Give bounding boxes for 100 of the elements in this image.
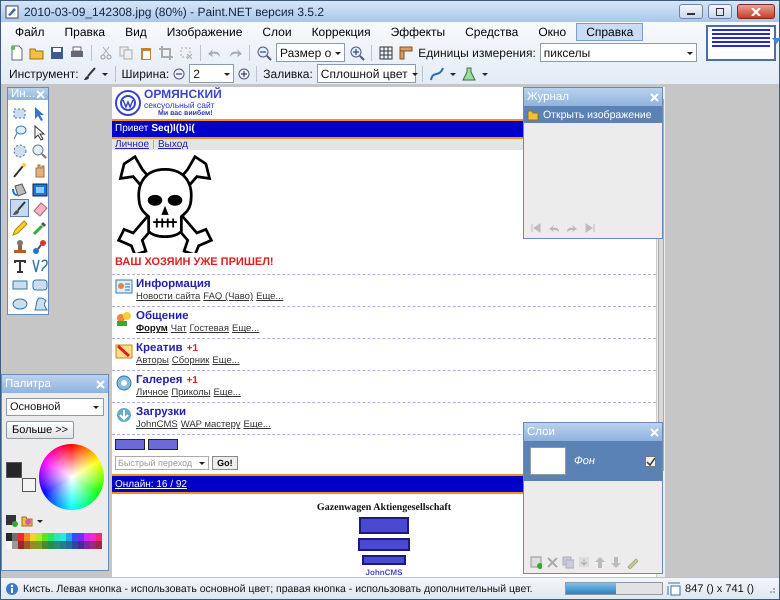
palette-folder-icon[interactable] xyxy=(21,515,33,527)
history-item[interactable]: Открыть изображение xyxy=(524,106,662,123)
undo-icon[interactable] xyxy=(548,222,560,234)
scissors-icon[interactable] xyxy=(98,44,114,60)
nav-link[interactable]: Личное xyxy=(115,139,150,150)
section-link[interactable]: Сборник xyxy=(172,355,210,366)
section-link[interactable]: Еще... xyxy=(232,323,260,334)
section-title[interactable]: Загрузки xyxy=(136,406,186,418)
section-link[interactable]: Чат xyxy=(170,323,187,334)
down-arrow-icon[interactable] xyxy=(610,556,622,569)
section-title[interactable]: Общение xyxy=(136,310,189,322)
online-link[interactable]: Онлайн: 16 / 92 xyxy=(115,478,187,490)
properties-icon[interactable] xyxy=(626,556,638,569)
color-swatch[interactable] xyxy=(24,533,30,541)
section-link[interactable]: Еще... xyxy=(213,387,241,398)
caret-icon[interactable] xyxy=(100,70,109,76)
color-swatch[interactable] xyxy=(24,541,30,549)
caret-icon[interactable] xyxy=(36,518,44,524)
section-link[interactable]: Приколы xyxy=(171,387,210,398)
menu-item[interactable]: Вид xyxy=(115,23,157,41)
color-swatch[interactable] xyxy=(6,533,12,541)
color-swatch[interactable] xyxy=(66,541,72,549)
close-icon[interactable] xyxy=(36,90,45,98)
close-icon[interactable] xyxy=(650,92,659,102)
section-link[interactable]: Еще... xyxy=(244,419,271,430)
color-swatch[interactable] xyxy=(12,541,18,549)
tool-button[interactable] xyxy=(30,237,49,255)
deselect-icon[interactable] xyxy=(178,44,194,60)
close-button[interactable] xyxy=(737,4,775,19)
section-link[interactable]: Еще... xyxy=(256,291,284,302)
primary-color-swatch[interactable] xyxy=(6,462,22,478)
section-link[interactable]: Еще... xyxy=(212,355,240,366)
color-swatch[interactable] xyxy=(84,533,90,541)
minus-icon[interactable] xyxy=(173,68,186,80)
color-swatch[interactable] xyxy=(48,533,54,541)
color-swatch[interactable] xyxy=(66,533,72,541)
add-layer-icon[interactable] xyxy=(530,556,542,569)
color-swatch[interactable] xyxy=(36,541,42,549)
layer-item[interactable]: Фон xyxy=(524,441,662,481)
plus-icon[interactable] xyxy=(238,68,250,80)
section-link[interactable]: Гостевая xyxy=(190,323,229,334)
crop-icon[interactable] xyxy=(158,44,174,60)
color-swatch[interactable] xyxy=(96,541,102,549)
merge-down-icon[interactable] xyxy=(578,556,590,569)
last-icon[interactable] xyxy=(584,222,596,234)
redo-icon[interactable] xyxy=(566,222,578,234)
secondary-color-swatch[interactable] xyxy=(22,478,36,492)
color-swatch[interactable] xyxy=(42,533,48,541)
menu-item[interactable]: Справка xyxy=(576,23,644,41)
copy-icon[interactable] xyxy=(118,44,134,60)
color-swatch[interactable] xyxy=(84,541,90,549)
section-link[interactable]: Форум xyxy=(136,323,168,334)
up-arrow-icon[interactable] xyxy=(594,556,606,569)
caret-icon[interactable] xyxy=(480,70,489,76)
close-icon[interactable] xyxy=(96,380,105,388)
section-title[interactable]: Креатив xyxy=(136,342,183,354)
section-link[interactable]: Авторы xyxy=(136,355,169,366)
curve-icon[interactable] xyxy=(428,66,445,82)
color-swatch[interactable] xyxy=(90,533,96,541)
color-swatch[interactable] xyxy=(36,533,42,541)
zoom-out-icon[interactable] xyxy=(256,44,272,60)
color-swatch[interactable] xyxy=(78,533,84,541)
add-color-icon[interactable] xyxy=(6,515,18,527)
visibility-checkbox[interactable] xyxy=(645,456,656,466)
menu-item[interactable]: Средства xyxy=(455,23,528,41)
color-swatch[interactable] xyxy=(18,541,24,549)
new-file-icon[interactable] xyxy=(9,44,25,60)
menu-item[interactable]: Слои xyxy=(252,23,302,41)
go-button[interactable]: Go! xyxy=(212,456,238,470)
more-button[interactable]: Больше >> xyxy=(6,421,74,439)
fill-dropdown[interactable]: Сплошной цвет xyxy=(316,64,416,83)
width-dropdown[interactable]: 2 xyxy=(189,64,234,83)
ruler-icon[interactable] xyxy=(398,44,414,60)
section-link[interactable]: WAP мастеру xyxy=(180,419,240,430)
color-swatch[interactable] xyxy=(30,541,36,549)
section-title[interactable]: Информация xyxy=(136,278,211,290)
color-swatch[interactable] xyxy=(96,533,102,541)
color-swatch[interactable] xyxy=(72,533,78,541)
section-link[interactable]: JohnCMS xyxy=(136,419,178,430)
minimize-button[interactable] xyxy=(679,4,703,19)
duplicate-icon[interactable] xyxy=(562,556,574,569)
color-swatch[interactable] xyxy=(42,541,48,549)
color-swatch[interactable] xyxy=(30,533,36,541)
caret-icon[interactable] xyxy=(448,70,457,76)
menu-item[interactable]: Правка xyxy=(54,23,116,41)
color-swatch[interactable] xyxy=(6,541,12,549)
color-swatch[interactable] xyxy=(48,541,54,549)
menu-item[interactable]: Эффекты xyxy=(380,23,456,41)
color-swatch[interactable] xyxy=(18,533,24,541)
save-icon[interactable] xyxy=(49,44,65,60)
color-swatch[interactable] xyxy=(54,541,60,549)
tool-button[interactable] xyxy=(10,199,29,217)
section-link[interactable]: FAQ (Чаво) xyxy=(203,291,254,302)
color-swatch[interactable] xyxy=(72,541,78,549)
units-dropdown[interactable]: пикселы xyxy=(540,43,697,62)
flask-icon[interactable] xyxy=(460,66,477,82)
brush-icon[interactable] xyxy=(82,66,97,80)
menu-item[interactable]: Изображение xyxy=(156,23,252,41)
color-swatch[interactable] xyxy=(90,541,96,549)
dropdown-arrow-icon[interactable] xyxy=(772,38,780,44)
